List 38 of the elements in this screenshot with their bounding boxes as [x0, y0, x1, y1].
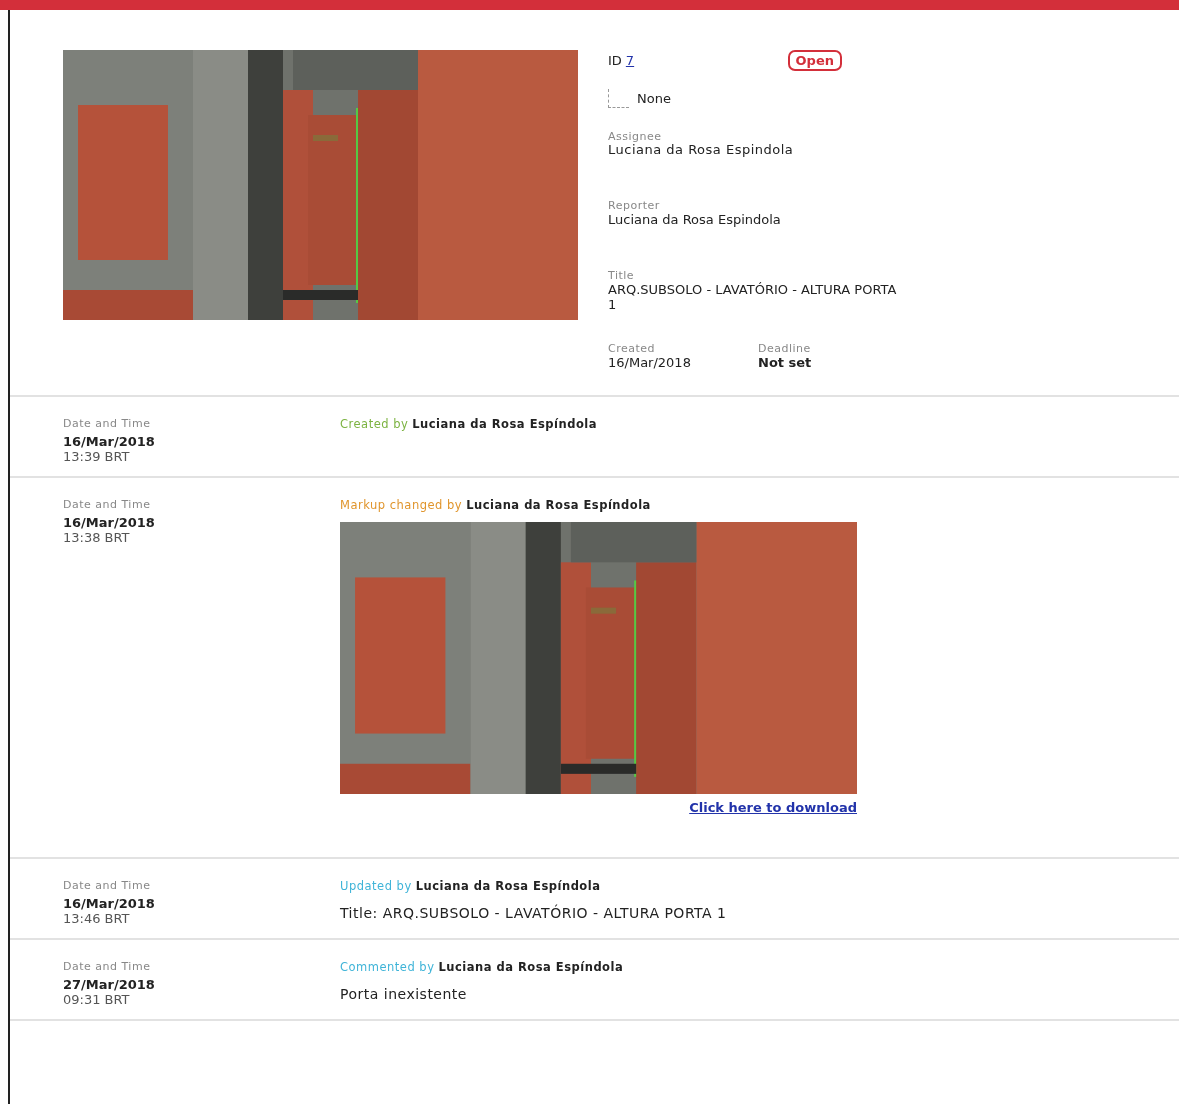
- action-label: Created by: [340, 417, 409, 431]
- deadline-value: Not set: [758, 354, 813, 370]
- activity-date: 16/Mar/2018: [63, 515, 156, 530]
- activity-date: 27/Mar/2018: [63, 977, 156, 992]
- activity-time: 09:31 BRT: [63, 992, 131, 1007]
- field-label: Title: [608, 268, 636, 282]
- activity-time: 13:38 BRT: [63, 530, 131, 545]
- field-value: ARQ.SUBSOLO - LAVATÓRIO - ALTURA PORTA 1: [608, 281, 898, 312]
- activity-date: 16/Mar/2018: [63, 434, 156, 449]
- author-name: Luciana da Rosa Espíndola: [415, 879, 601, 893]
- activity-text: Porta inexistente: [340, 986, 468, 1002]
- download-link[interactable]: Click here to download: [689, 800, 857, 815]
- created-label: Created: [608, 341, 657, 355]
- id-link[interactable]: 7: [625, 53, 635, 68]
- date-label: Date and Time: [63, 417, 152, 430]
- activity-time: 13:39 BRT: [63, 449, 131, 464]
- priority-value: None: [637, 91, 671, 106]
- priority-icon: [608, 89, 629, 108]
- deadline-label: Deadline: [758, 341, 812, 355]
- field-value: Luciana da Rosa Espindola: [608, 143, 795, 157]
- action-label: Updated by: [340, 879, 412, 893]
- field-label: Reporter: [608, 198, 661, 212]
- date-label: Date and Time: [63, 960, 152, 973]
- author-name: Luciana da Rosa Espíndola: [412, 417, 598, 431]
- id-label: ID: [608, 53, 622, 68]
- activity-time: 13:46 BRT: [63, 911, 131, 926]
- date-label: Date and Time: [63, 498, 152, 511]
- field-label: Assignee: [608, 130, 663, 143]
- action-label: Commented by: [340, 960, 435, 974]
- action-label: Markup changed by: [340, 498, 463, 512]
- status-badge: Open: [787, 50, 842, 71]
- field-value: Luciana da Rosa Espindola: [608, 211, 782, 227]
- activity-text: Title: ARQ.SUBSOLO - LAVATÓRIO - ALTURA PORTA 1: [340, 905, 728, 921]
- created-date: 16/Mar/2018: [608, 354, 692, 370]
- author-name: Luciana da Rosa Espíndola: [438, 960, 624, 974]
- activity-date: 16/Mar/2018: [63, 896, 156, 911]
- author-name: Luciana da Rosa Espíndola: [466, 498, 651, 512]
- date-label: Date and Time: [63, 879, 152, 892]
